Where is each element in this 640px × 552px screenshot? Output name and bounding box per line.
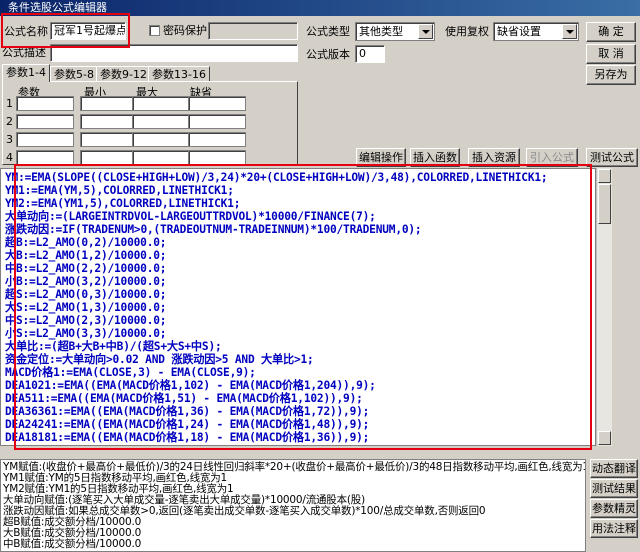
param-max-cell[interactable] [132, 114, 190, 129]
tab-params-13-16[interactable]: 参数13-16 [148, 66, 210, 82]
scroll-down-icon[interactable] [598, 431, 611, 445]
reweight-label: 使用复权 [445, 25, 489, 38]
param-min-cell[interactable] [80, 132, 138, 147]
formula-desc-label: 公式描述 [2, 46, 46, 59]
ok-button[interactable]: 确 定 [586, 22, 636, 42]
param-row-number: 4 [6, 151, 13, 164]
code-line: DEA1021:=EMA((EMA(MACD价格1,102) - EMA(MAC… [5, 379, 376, 392]
code-line: DEA511:=EMA((EMA(MACD价格1,51) - EMA(MACD价… [5, 392, 363, 405]
editor-vertical-scrollbar[interactable] [596, 168, 612, 446]
tab-params-1-4[interactable]: 参数1-4 [2, 64, 50, 82]
code-line: 涨跌动因:=IF(TRADENUM>0,(TRADEOUTNUM-TRADEIN… [5, 223, 422, 236]
test-result-button[interactable]: 测试结果 [590, 479, 638, 498]
formula-type-value: 其他类型 [359, 25, 403, 38]
formula-type-select[interactable]: 其他类型 [355, 22, 435, 41]
param-row-number: 3 [6, 133, 13, 146]
insert-resource-button[interactable]: 插入资源 [468, 148, 520, 167]
code-line: MACD价格1:=EMA(CLOSE,3) - EMA(CLOSE,9); [5, 366, 256, 379]
edit-ops-button[interactable]: 编辑操作 [356, 148, 406, 167]
code-line: 超S:=L2_AMO(0,3)/10000.0; [5, 288, 167, 301]
param-name-cell[interactable] [16, 150, 74, 165]
code-line: DEA18181:=EMA((EMA(MACD价格1,18) - EMA(MAC… [5, 431, 370, 444]
param-default-cell[interactable] [188, 132, 246, 147]
code-line: YM1:=EMA(YM,5),COLORRED,LINETHICK1; [5, 184, 234, 197]
param-default-cell[interactable] [188, 114, 246, 129]
param-default-cell[interactable] [188, 96, 246, 111]
reweight-value: 缺省设置 [497, 25, 541, 38]
param-name-cell[interactable] [16, 96, 74, 111]
code-line: DEA24241:=EMA((EMA(MACD价格1,24) - EMA(MAC… [5, 418, 370, 431]
insert-function-button[interactable]: 插入函数 [410, 148, 460, 167]
param-min-cell[interactable] [80, 96, 138, 111]
code-line: 大单动向:=(LARGEINTRDVOL-LARGEOUTTRDVOL)*100… [5, 210, 376, 223]
code-line: YM:=EMA(SLOPE((CLOSE+HIGH+LOW)/3,24)*20+… [5, 171, 548, 184]
password-input[interactable] [208, 22, 298, 40]
tab-params-5-8[interactable]: 参数5-8 [50, 66, 98, 82]
test-formula-button[interactable]: 测试公式 [586, 148, 638, 167]
param-max-cell[interactable] [132, 96, 190, 111]
code-line: 资金定位:=大单动向>0.02 AND 涨跌动因>5 AND 大单比>1; [5, 353, 314, 366]
code-line: 大B:=L2_AMO(1,2)/10000.0; [5, 249, 167, 262]
param-default-cell[interactable] [188, 150, 246, 165]
usage-notes-button[interactable]: 用法注释 [590, 519, 638, 538]
param-max-cell[interactable] [132, 150, 190, 165]
password-checkbox[interactable] [149, 25, 160, 36]
formula-name-label: 公式名称 [4, 25, 48, 38]
param-max-cell[interactable] [132, 132, 190, 147]
chevron-down-icon[interactable] [562, 24, 577, 39]
formula-version-input[interactable]: 0 [355, 45, 385, 63]
scroll-up-icon[interactable] [598, 169, 611, 183]
code-line: 小B:=L2_AMO(3,2)/10000.0; [5, 275, 167, 288]
code-line: 超B:=L2_AMO(0,2)/10000.0; [5, 236, 167, 249]
formula-type-label: 公式类型 [306, 25, 350, 38]
formula-name-input[interactable]: 冠军1号起爆点 [50, 22, 126, 40]
param-min-cell[interactable] [80, 114, 138, 129]
desc-line: 中B赋值:成交额分档/10000.0 [3, 538, 142, 550]
dynamic-translate-button[interactable]: 动态翻译 [590, 459, 638, 478]
code-line: 大单比:=(超B+大B+中B)/(超S+大S+中S); [5, 340, 222, 353]
code-editor[interactable]: YM:=EMA(SLOPE((CLOSE+HIGH+LOW)/3,24)*20+… [0, 168, 596, 446]
param-wizard-button[interactable]: 参数精灵 [590, 499, 638, 518]
param-row-number: 2 [6, 115, 13, 128]
password-label: 密码保护 [163, 24, 207, 37]
formula-desc-input[interactable] [50, 44, 298, 62]
param-row-number: 1 [6, 97, 13, 110]
translation-panel: YM赋值:(收盘价+最高价+最低价)/3的24日线性回归斜率*20+(收盘价+最… [0, 459, 586, 552]
code-line: YM2:=EMA(YM1,5),COLORRED,LINETHICK1; [5, 197, 241, 210]
param-name-cell[interactable] [16, 132, 74, 147]
param-name-cell[interactable] [16, 114, 74, 129]
title-bar: 条件选股公式编辑器 [0, 0, 640, 16]
code-line: 中S:=L2_AMO(2,3)/10000.0; [5, 314, 167, 327]
cancel-button[interactable]: 取 消 [586, 44, 636, 64]
code-line: DEA36361:=EMA((EMA(MACD价格1,36) - EMA(MAC… [5, 405, 370, 418]
code-line: 大S:=L2_AMO(1,3)/10000.0; [5, 301, 167, 314]
editor-horizontal-scrollbar[interactable] [0, 446, 612, 458]
tab-params-9-12[interactable]: 参数9-12 [96, 66, 151, 82]
reweight-select[interactable]: 缺省设置 [493, 22, 579, 41]
chevron-down-icon[interactable] [418, 24, 433, 39]
save-as-button[interactable]: 另存为 [586, 65, 636, 85]
formula-version-label: 公式版本 [306, 48, 350, 61]
import-formula-button[interactable]: 引入公式 [526, 148, 578, 167]
scroll-thumb[interactable] [598, 184, 611, 224]
code-line: 中B:=L2_AMO(2,2)/10000.0; [5, 262, 167, 275]
param-min-cell[interactable] [80, 150, 138, 165]
code-line: 小S:=L2_AMO(3,3)/10000.0; [5, 327, 167, 340]
